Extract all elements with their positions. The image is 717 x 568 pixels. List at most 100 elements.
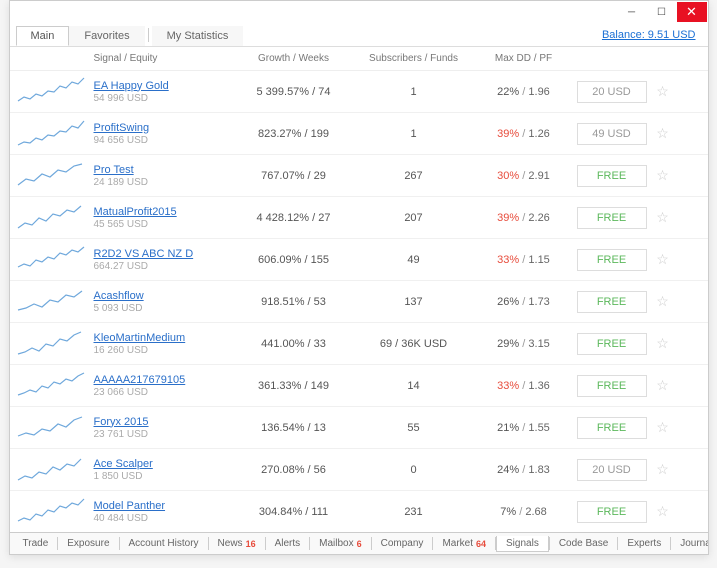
close-button[interactable]: ✕ — [677, 2, 707, 22]
growth-value: 4 428.12% / 27 — [234, 212, 354, 224]
bottom-tab-mailbox[interactable]: Mailbox6 — [310, 536, 370, 551]
favorite-star-icon[interactable]: ☆ — [650, 125, 676, 142]
subscribers-value: 1 — [354, 86, 474, 98]
tab-main[interactable]: Main — [16, 26, 70, 46]
signal-name-link[interactable]: Foryx 2015 — [94, 416, 234, 428]
minimize-button[interactable]: ─ — [617, 2, 647, 22]
tab-my-statistics[interactable]: My Statistics — [152, 26, 244, 46]
equity-value: 24 189 USD — [94, 177, 234, 188]
growth-value: 767.07% / 29 — [234, 170, 354, 182]
header-maxdd[interactable]: Max DD / PF — [474, 53, 574, 64]
bottom-tab-account-history[interactable]: Account History — [120, 536, 208, 551]
signal-name-link[interactable]: Ace Scalper — [94, 458, 234, 470]
header-growth[interactable]: Growth / Weeks — [234, 53, 354, 64]
bottom-tab-journal[interactable]: Journal — [671, 536, 707, 551]
badge-count: 16 — [246, 539, 256, 549]
bottom-tab-experts[interactable]: Experts — [618, 536, 670, 551]
sparkline-chart — [16, 243, 94, 277]
sparkline-chart — [16, 201, 94, 235]
subscribers-value: 69 / 36K USD — [354, 338, 474, 350]
favorite-star-icon[interactable]: ☆ — [650, 335, 676, 352]
subscribers-value: 137 — [354, 296, 474, 308]
maxdd-value: 7% / 2.68 — [474, 506, 574, 518]
signal-row: Model Panther40 484 USD304.84% / 1112317… — [10, 491, 708, 532]
maxdd-value: 33% / 1.36 — [474, 380, 574, 392]
maxdd-value: 26% / 1.73 — [474, 296, 574, 308]
bottom-tab-row: TradeExposureAccount HistoryNews16Alerts… — [10, 532, 708, 554]
bottom-tab-alerts[interactable]: Alerts — [266, 536, 310, 551]
tab-separator — [148, 28, 149, 42]
bottom-tab-code-base[interactable]: Code Base — [550, 536, 617, 551]
favorite-star-icon[interactable]: ☆ — [650, 251, 676, 268]
header-signal[interactable]: Signal / Equity — [94, 53, 234, 64]
price-button[interactable]: 20 USD — [577, 81, 647, 103]
favorite-star-icon[interactable]: ☆ — [650, 419, 676, 436]
maxdd-value: 39% / 1.26 — [474, 128, 574, 140]
signal-name-link[interactable]: ProfitSwing — [94, 122, 234, 134]
signal-name-link[interactable]: Pro Test — [94, 164, 234, 176]
signal-row: Ace Scalper1 850 USD270.08% / 56024% / 1… — [10, 449, 708, 491]
price-button[interactable]: 49 USD — [577, 123, 647, 145]
favorite-star-icon[interactable]: ☆ — [650, 503, 676, 520]
sparkline-chart — [16, 327, 94, 361]
price-button[interactable]: 20 USD — [577, 459, 647, 481]
sparkline-chart — [16, 285, 94, 319]
signal-row: KleoMartinMedium16 260 USD441.00% / 3369… — [10, 323, 708, 365]
favorite-star-icon[interactable]: ☆ — [650, 377, 676, 394]
maxdd-value: 21% / 1.55 — [474, 422, 574, 434]
price-button[interactable]: FREE — [577, 501, 647, 523]
bottom-tab-signals[interactable]: Signals — [496, 536, 549, 552]
column-headers: Signal / Equity Growth / Weeks Subscribe… — [10, 47, 708, 71]
header-subscribers[interactable]: Subscribers / Funds — [354, 53, 474, 64]
sparkline-chart — [16, 495, 94, 529]
favorite-star-icon[interactable]: ☆ — [650, 83, 676, 100]
equity-value: 664.27 USD — [94, 261, 234, 272]
equity-value: 1 850 USD — [94, 471, 234, 482]
signal-name-link[interactable]: MatualProfit2015 — [94, 206, 234, 218]
price-button[interactable]: FREE — [577, 375, 647, 397]
signal-name-link[interactable]: AAAAA217679105 — [94, 374, 234, 386]
price-button[interactable]: FREE — [577, 207, 647, 229]
maxdd-value: 29% / 3.15 — [474, 338, 574, 350]
growth-value: 304.84% / 111 — [234, 506, 354, 518]
price-button[interactable]: FREE — [577, 291, 647, 313]
signals-list: EA Happy Gold54 996 USD5 399.57% / 74122… — [10, 71, 708, 532]
badge-count: 64 — [476, 539, 486, 549]
favorite-star-icon[interactable]: ☆ — [650, 167, 676, 184]
favorite-star-icon[interactable]: ☆ — [650, 209, 676, 226]
price-button[interactable]: FREE — [577, 165, 647, 187]
maxdd-value: 22% / 1.96 — [474, 86, 574, 98]
equity-value: 54 996 USD — [94, 93, 234, 104]
price-button[interactable]: FREE — [577, 249, 647, 271]
price-button[interactable]: FREE — [577, 417, 647, 439]
maxdd-value: 33% / 1.15 — [474, 254, 574, 266]
signal-row: R2D2 VS ABC NZ D664.27 USD606.09% / 1554… — [10, 239, 708, 281]
bottom-tab-news[interactable]: News16 — [209, 536, 265, 551]
signal-name-link[interactable]: Model Panther — [94, 500, 234, 512]
equity-value: 16 260 USD — [94, 345, 234, 356]
bottom-tab-company[interactable]: Company — [372, 536, 433, 551]
growth-value: 136.54% / 13 — [234, 422, 354, 434]
growth-value: 606.09% / 155 — [234, 254, 354, 266]
bottom-tab-market[interactable]: Market64 — [433, 536, 495, 551]
growth-value: 918.51% / 53 — [234, 296, 354, 308]
bottom-tab-exposure[interactable]: Exposure — [58, 536, 118, 551]
favorite-star-icon[interactable]: ☆ — [650, 293, 676, 310]
growth-value: 5 399.57% / 74 — [234, 86, 354, 98]
growth-value: 361.33% / 149 — [234, 380, 354, 392]
subscribers-value: 231 — [354, 506, 474, 518]
tab-favorites[interactable]: Favorites — [69, 26, 144, 46]
price-button[interactable]: FREE — [577, 333, 647, 355]
signal-name-link[interactable]: KleoMartinMedium — [94, 332, 234, 344]
signal-name-link[interactable]: Acashflow — [94, 290, 234, 302]
subscribers-value: 0 — [354, 464, 474, 476]
signal-row: EA Happy Gold54 996 USD5 399.57% / 74122… — [10, 71, 708, 113]
signal-name-link[interactable]: EA Happy Gold — [94, 80, 234, 92]
favorite-star-icon[interactable]: ☆ — [650, 461, 676, 478]
equity-value: 45 565 USD — [94, 219, 234, 230]
maximize-button[interactable]: ☐ — [647, 2, 677, 22]
balance-link[interactable]: Balance: 9.51 USD — [602, 29, 702, 41]
signal-name-link[interactable]: R2D2 VS ABC NZ D — [94, 248, 234, 260]
subscribers-value: 1 — [354, 128, 474, 140]
bottom-tab-trade[interactable]: Trade — [14, 536, 58, 551]
